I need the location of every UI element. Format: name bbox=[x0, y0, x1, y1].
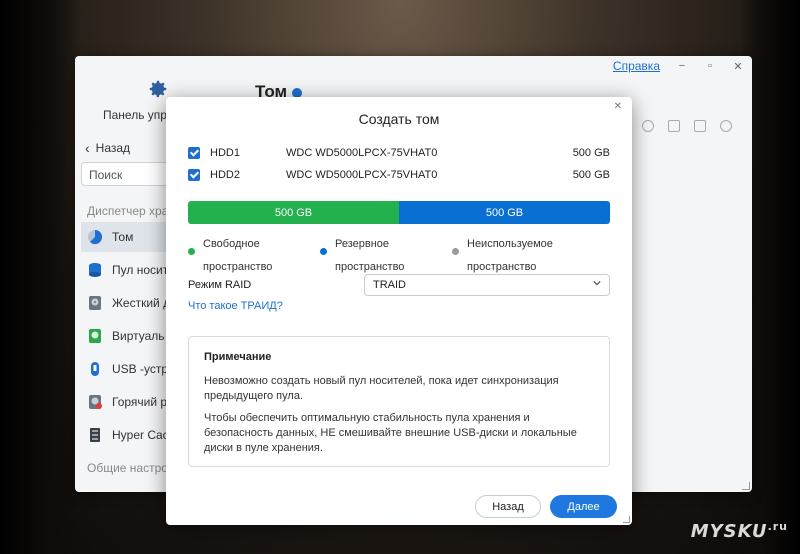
background-left bbox=[0, 0, 80, 554]
legend-label: пространство bbox=[335, 261, 405, 273]
legend-label: пространство bbox=[203, 261, 273, 273]
legend-label: Свободное bbox=[203, 238, 260, 250]
capacity-bar: 500 GB 500 GB bbox=[188, 201, 610, 224]
volume-toolbar bbox=[642, 120, 732, 132]
disk-row: HDD2 WDC WD5000LPCX-75VHAT0 500 GB bbox=[188, 166, 610, 184]
minimize-icon[interactable]: − bbox=[676, 60, 688, 72]
window-controls: Справка − ▫ ✕ bbox=[613, 59, 744, 73]
disk-row: HDD1 WDC WD5000LPCX-75VHAT0 500 GB bbox=[188, 144, 610, 162]
watermark-tld: .ru bbox=[767, 520, 788, 533]
virtual-disk-icon bbox=[89, 329, 101, 343]
next-button[interactable]: Далее bbox=[550, 495, 617, 518]
help-link[interactable]: Справка bbox=[613, 59, 660, 73]
watermark: MYSKU.ru bbox=[691, 520, 788, 542]
note-text: Чтобы обеспечить оптимальную стабильност… bbox=[204, 412, 577, 454]
disk-name: HDD1 bbox=[210, 147, 240, 159]
dialog-title: Создать том bbox=[358, 111, 440, 127]
legend-item-reserve: Резервное пространство bbox=[320, 233, 404, 279]
disk-model: WDC WD5000LPCX-75VHAT0 bbox=[286, 147, 438, 159]
legend-dot bbox=[188, 248, 195, 255]
legend-label: Резервное bbox=[335, 238, 390, 250]
disk-size: 500 GB bbox=[572, 169, 610, 181]
section-general-settings: Общие настро bbox=[87, 461, 168, 475]
raid-mode-label: Режим RAID bbox=[188, 279, 252, 291]
disk-name: HDD2 bbox=[210, 169, 240, 181]
legend-item-free: Свободное пространство bbox=[188, 233, 272, 279]
close-icon[interactable]: ✕ bbox=[732, 60, 744, 73]
watermark-brand: MYSKU bbox=[690, 521, 768, 542]
sidebar-item-label: Том bbox=[112, 230, 134, 244]
storage-pool-icon bbox=[89, 263, 101, 277]
gear-icon bbox=[149, 80, 167, 98]
capacity-bar-reserve: 500 GB bbox=[399, 201, 610, 224]
pie-chart-icon bbox=[88, 230, 103, 245]
back-button[interactable]: Назад bbox=[475, 495, 541, 518]
note-title: Примечание bbox=[204, 351, 272, 363]
legend-label: пространство bbox=[467, 261, 537, 273]
chevron-left-icon: ‹ bbox=[85, 140, 90, 156]
sidebar-item-label: Пул носит bbox=[112, 263, 169, 277]
chevron-down-icon bbox=[593, 281, 601, 286]
add-icon[interactable] bbox=[642, 120, 654, 132]
window-resize-handle[interactable] bbox=[742, 482, 750, 490]
maximize-icon[interactable]: ▫ bbox=[704, 60, 716, 72]
back-nav-button[interactable]: ‹ Назад bbox=[85, 140, 130, 156]
raid-help-link[interactable]: Что такое ТРАИД? bbox=[188, 300, 283, 312]
panel-title: Панель упр bbox=[103, 108, 167, 122]
raid-mode-value: TRAID bbox=[373, 279, 406, 291]
section-storage-manager: Диспетчер хра bbox=[87, 204, 169, 218]
disk-checkbox[interactable] bbox=[188, 169, 200, 181]
more-icon[interactable] bbox=[720, 120, 732, 132]
sidebar-item-label: Жесткий д bbox=[112, 296, 171, 310]
legend-dot bbox=[320, 248, 327, 255]
edit-icon[interactable] bbox=[668, 120, 680, 132]
disk-size: 500 GB bbox=[572, 147, 610, 159]
disk-model: WDC WD5000LPCX-75VHAT0 bbox=[286, 169, 438, 181]
hot-spare-icon bbox=[89, 395, 102, 409]
create-volume-dialog: ✕ Создать том HDD1 WDC WD5000LPCX-75VHAT… bbox=[166, 97, 632, 525]
sidebar-item-label: Виртуаль bbox=[112, 329, 165, 343]
legend-label: Неиспользуемое bbox=[467, 238, 553, 250]
disk-checkbox[interactable] bbox=[188, 147, 200, 159]
raid-mode-select[interactable]: TRAID bbox=[364, 274, 610, 296]
sidebar-item-label: Горячий р bbox=[112, 395, 168, 409]
legend-dot bbox=[452, 248, 459, 255]
dialog-resize-handle[interactable] bbox=[623, 516, 630, 523]
cache-icon bbox=[90, 428, 100, 442]
usb-icon bbox=[91, 362, 99, 376]
back-nav-label: Назад bbox=[95, 141, 131, 155]
note-box: Примечание Невозможно создать новый пул … bbox=[188, 336, 610, 467]
delete-icon[interactable] bbox=[694, 120, 706, 132]
legend-item-unused: Неиспользуемое пространство bbox=[452, 233, 553, 279]
sidebar-item-label: USB -устр bbox=[112, 362, 169, 376]
note-text: Невозможно создать новый пул носителей, … bbox=[204, 375, 559, 402]
capacity-bar-free: 500 GB bbox=[188, 201, 399, 224]
hard-disk-icon bbox=[89, 296, 101, 310]
